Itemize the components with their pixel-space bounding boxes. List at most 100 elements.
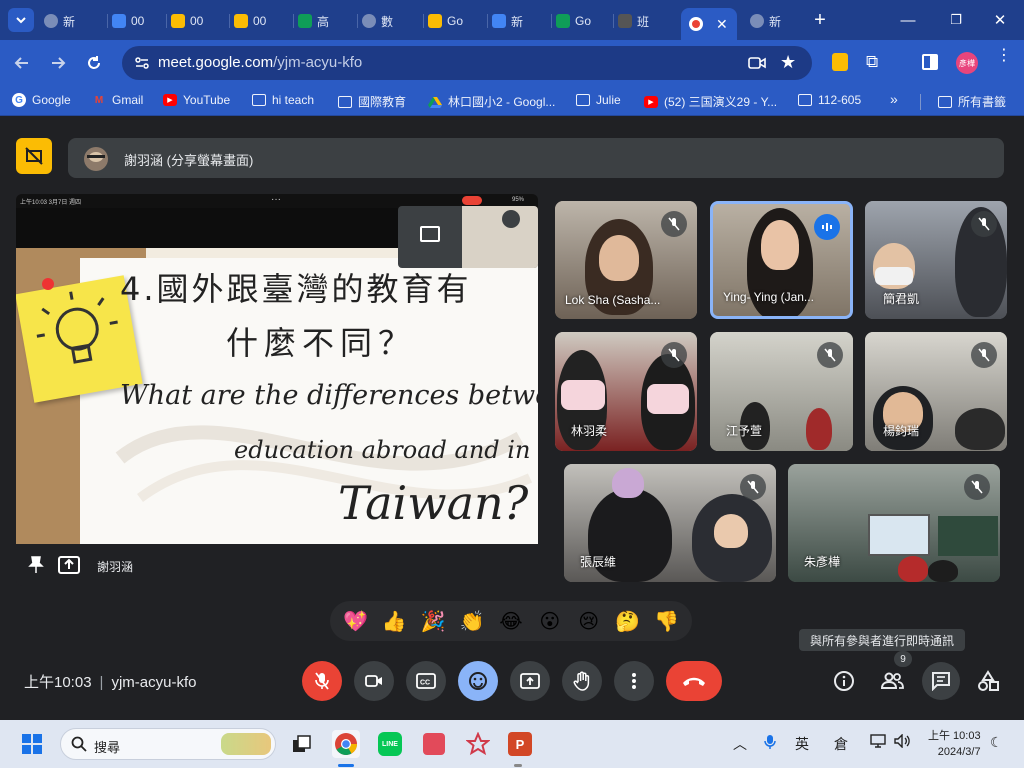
participant-tile[interactable]: 朱彥樺 bbox=[788, 464, 1000, 582]
bookmark-item[interactable]: hi teach bbox=[252, 93, 314, 107]
bookmark-item[interactable]: ▶ YouTube bbox=[163, 93, 230, 107]
captions-button[interactable]: CC bbox=[406, 661, 446, 701]
reaction-button[interactable]: 😮 bbox=[535, 606, 565, 636]
reaction-button[interactable]: 💖 bbox=[340, 606, 370, 636]
browser-tab[interactable]: Go bbox=[428, 8, 482, 34]
participant-tile[interactable]: Lok Sha (Sasha... bbox=[555, 201, 697, 319]
more-options-button[interactable] bbox=[614, 661, 654, 701]
browser-tab[interactable]: 數 bbox=[362, 8, 416, 34]
bookmark-item[interactable]: 112-605 bbox=[798, 93, 861, 107]
taskbar-clock[interactable]: 上午 10:03 2024/3/7 bbox=[928, 728, 981, 760]
browser-tab[interactable]: 新 bbox=[44, 8, 98, 34]
browser-menu-icon[interactable]: ⋮ bbox=[996, 48, 1012, 64]
reaction-button[interactable]: 🤔 bbox=[613, 606, 643, 636]
activities-button[interactable] bbox=[970, 663, 1006, 699]
browser-tab-strip: 新 00 00 00 高 數 Go 新 Go 班 ✕ 新 + — ❐ ✕ bbox=[0, 0, 1024, 40]
back-button[interactable] bbox=[12, 53, 32, 73]
raise-hand-button[interactable] bbox=[562, 661, 602, 701]
reaction-button[interactable]: 👏 bbox=[457, 606, 487, 636]
participant-tile[interactable]: 林羽柔 bbox=[555, 332, 697, 451]
bookmark-item[interactable]: M Gmail bbox=[92, 93, 144, 107]
close-window-button[interactable]: ✕ bbox=[984, 8, 1016, 32]
app-taskbar-button[interactable] bbox=[420, 730, 448, 758]
bookmark-item[interactable]: G Google bbox=[12, 93, 71, 107]
people-button[interactable] bbox=[874, 663, 910, 699]
browser-tab[interactable]: 00 bbox=[234, 8, 288, 34]
chrome-taskbar-button[interactable] bbox=[332, 730, 360, 758]
browser-tab[interactable]: 高 bbox=[298, 8, 352, 34]
mic-toggle-button[interactable] bbox=[302, 661, 342, 701]
participant-tile[interactable]: 江予萱 bbox=[710, 332, 853, 451]
bookmark-item[interactable]: 林口國小2 - Googl... bbox=[428, 93, 555, 110]
tab-label: 00 bbox=[190, 14, 204, 28]
reaction-button[interactable]: 👎 bbox=[651, 606, 681, 636]
tab-search-button[interactable] bbox=[8, 8, 34, 32]
camera-in-use-icon[interactable] bbox=[748, 55, 766, 76]
reaction-button[interactable]: 😢 bbox=[574, 606, 604, 636]
restore-button[interactable]: ❐ bbox=[940, 8, 972, 32]
bookmark-item[interactable]: Julie bbox=[576, 93, 621, 107]
volume-icon[interactable] bbox=[894, 733, 912, 751]
tab-separator bbox=[551, 14, 552, 28]
ime-language[interactable]: 英 bbox=[795, 734, 809, 754]
participant-tile-speaking[interactable]: Ying- Ying (Jan... bbox=[710, 201, 853, 319]
address-bar[interactable]: meet.google.com/yjm-acyu-kfo ★ bbox=[122, 46, 812, 80]
all-bookmarks-button[interactable]: 所有書籤 bbox=[938, 93, 1006, 110]
face-mask bbox=[561, 380, 605, 410]
browser-tab[interactable]: 00 bbox=[171, 8, 225, 34]
present-to-screen-icon[interactable] bbox=[58, 556, 80, 579]
overflow-label: » bbox=[890, 91, 898, 107]
participant-tile[interactable]: 簡君凱 bbox=[865, 201, 1007, 319]
microphone-tray-icon[interactable] bbox=[764, 734, 776, 753]
bookmarks-overflow-button[interactable]: » bbox=[890, 91, 898, 107]
camera-toggle-button[interactable] bbox=[354, 661, 394, 701]
reaction-button[interactable]: 🎉 bbox=[418, 606, 448, 636]
app-taskbar-button[interactable] bbox=[464, 730, 492, 758]
leave-call-button[interactable] bbox=[666, 661, 722, 701]
browser-tab[interactable]: 00 bbox=[112, 8, 166, 34]
slide: 4.國外跟臺灣的教育有 什麼不同？ What are the differenc… bbox=[16, 248, 538, 544]
notifications-moon-icon[interactable]: ☾ bbox=[990, 734, 1003, 751]
reload-button[interactable] bbox=[84, 53, 104, 73]
tab-new[interactable]: 新 bbox=[750, 8, 798, 34]
present-icon bbox=[420, 226, 440, 242]
participant-tile[interactable]: 張辰維 bbox=[564, 464, 776, 582]
ime-mode[interactable]: 倉 bbox=[834, 734, 848, 754]
presentation-not-shown-button[interactable] bbox=[16, 138, 52, 174]
windows-logo-icon bbox=[22, 734, 42, 754]
task-view-button[interactable] bbox=[288, 730, 316, 758]
extensions-puzzle-icon[interactable]: ⧉ bbox=[866, 52, 878, 72]
tab-active-meet[interactable]: ✕ bbox=[681, 8, 737, 40]
present-now-button[interactable] bbox=[510, 661, 550, 701]
taskbar-search-box[interactable]: 搜尋 bbox=[60, 728, 276, 760]
powerpoint-taskbar-button[interactable]: P bbox=[506, 730, 534, 758]
reaction-button[interactable]: 😂 bbox=[496, 606, 526, 636]
profile-avatar[interactable]: 彥樺 bbox=[956, 52, 978, 74]
side-panel-icon[interactable] bbox=[922, 54, 938, 70]
globe-icon bbox=[750, 14, 764, 28]
participant-tile[interactable]: 楊鈞瑞 bbox=[865, 332, 1007, 451]
bookmark-star-icon[interactable]: ★ bbox=[780, 52, 796, 73]
start-button[interactable] bbox=[18, 730, 46, 758]
network-icon[interactable] bbox=[870, 734, 886, 751]
send-reaction-button[interactable] bbox=[458, 661, 498, 701]
browser-tab[interactable]: Go bbox=[556, 8, 610, 34]
new-tab-button[interactable]: + bbox=[804, 8, 836, 32]
bookmark-item[interactable]: 國際教育 bbox=[338, 93, 406, 110]
pin-icon[interactable] bbox=[28, 556, 44, 579]
keep-extension-icon[interactable] bbox=[832, 53, 848, 71]
forward-button[interactable] bbox=[48, 53, 68, 73]
folder-icon bbox=[938, 95, 952, 108]
minimize-button[interactable]: — bbox=[892, 8, 924, 32]
chat-button[interactable] bbox=[922, 662, 960, 700]
meeting-details-button[interactable] bbox=[826, 663, 862, 699]
browser-tab[interactable]: 新 bbox=[492, 8, 546, 34]
line-taskbar-button[interactable]: LINE bbox=[376, 730, 404, 758]
reaction-button[interactable]: 👍 bbox=[379, 606, 409, 636]
bookmark-item[interactable]: ▶ (52) 三国演义29 - Y... bbox=[644, 93, 777, 110]
tab-close-icon[interactable]: ✕ bbox=[716, 16, 728, 33]
tab-separator bbox=[107, 14, 108, 28]
site-info-icon[interactable] bbox=[134, 55, 150, 76]
browser-tab[interactable]: 班 bbox=[618, 8, 672, 34]
show-hidden-icons-button[interactable]: ︿ bbox=[733, 734, 747, 754]
